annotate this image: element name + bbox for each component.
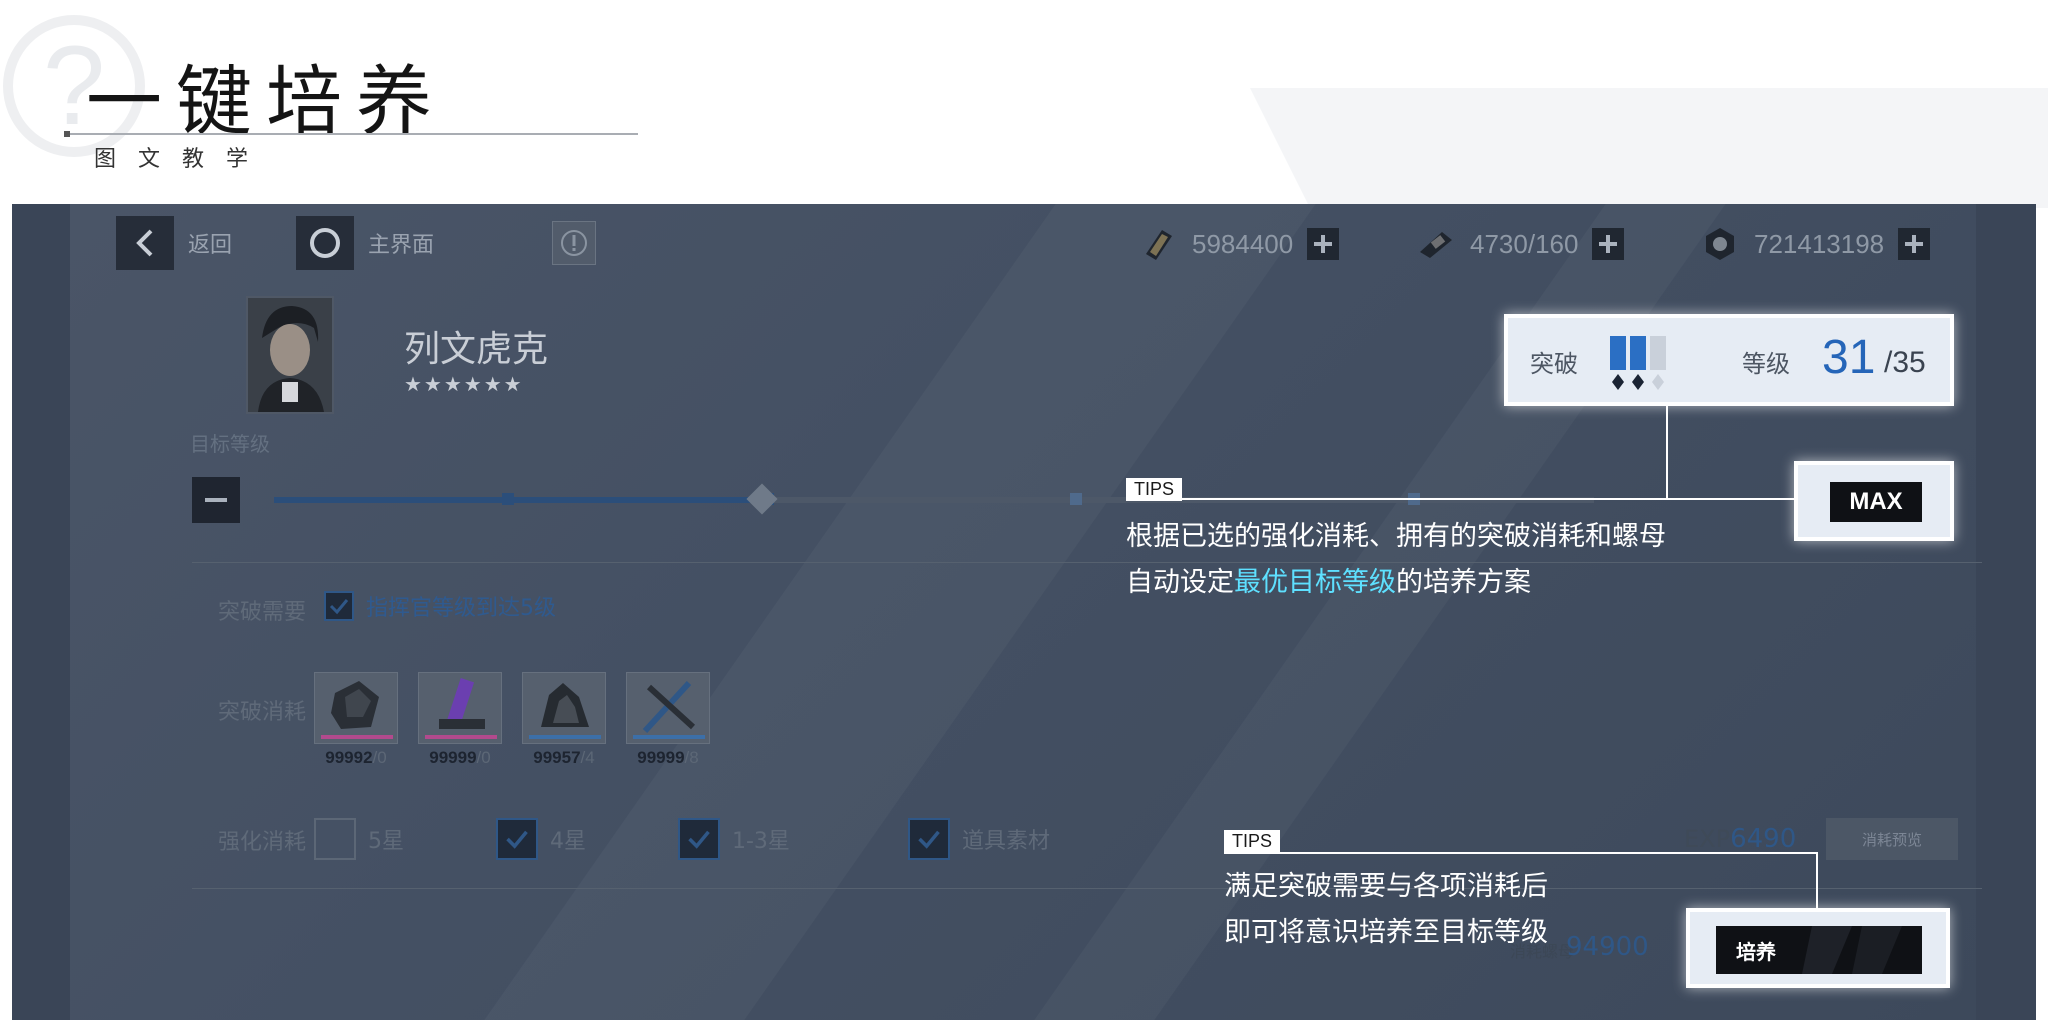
resource-value: 4730/160 (1470, 228, 1579, 259)
exp-value: 6490 (1730, 824, 1797, 854)
break-stage-icon (1610, 336, 1666, 390)
section-divider (192, 888, 1982, 889)
material-tube-icon (418, 672, 502, 744)
filter-label: 道具素材 (962, 829, 1051, 854)
add-energy-button[interactable] (1592, 228, 1625, 260)
resource-value: 721413198 (1754, 228, 1885, 259)
train-label: 培养 (1736, 939, 1776, 964)
tip-line: 满足突破需要与各项消耗后 (1224, 871, 1548, 902)
chevron-left-icon (116, 216, 174, 270)
coin-icon (1706, 228, 1734, 260)
tip-line: 即可将意识培养至目标等级 (1224, 917, 1548, 948)
tips-tag: TIPS (1126, 478, 1183, 501)
character-avatar (248, 298, 332, 412)
filter-label: 1-3星 (732, 829, 790, 854)
callout-line (1126, 498, 1796, 500)
back-button[interactable]: 返回 (116, 216, 232, 270)
filter-4star[interactable]: 4星 (496, 818, 586, 860)
exp-readout: EXP6490 (1684, 824, 1796, 854)
level-label: 等级 (1742, 350, 1790, 378)
material-item[interactable]: 99999/8 (626, 672, 710, 768)
slider-fill (274, 497, 762, 503)
break-level-panel: 突破 等级 31 /35 (1504, 314, 1954, 406)
tip-text-2: 满足突破需要与各项消耗后 即可将意识培养至目标等级 (1224, 864, 1548, 956)
train-button[interactable]: 培养 (1716, 926, 1922, 974)
max-button[interactable]: MAX (1830, 482, 1922, 522)
break-requirement-label: 突破需要 (218, 600, 307, 625)
material-tool-icon (626, 672, 710, 744)
home-label: 主界面 (368, 233, 435, 258)
unchecked-box-icon (314, 818, 356, 860)
title-divider (64, 133, 638, 135)
checked-box-icon (324, 591, 354, 621)
filter-5star[interactable]: 5星 (314, 818, 404, 860)
exp-label: EXP (1684, 825, 1731, 853)
tip-highlight: 最优目标等级 (1234, 567, 1396, 598)
ticket-icon (1146, 230, 1172, 260)
resource-energy: 4730/160 (1416, 224, 1625, 264)
callout-line (1224, 852, 1818, 854)
character-portrait (246, 296, 334, 414)
material-count: 99999/8 (637, 748, 699, 767)
train-button-decor (1802, 926, 1902, 974)
cost-value: 94900 (1566, 932, 1649, 962)
max-button-highlight: MAX (1794, 461, 1954, 541)
checked-box-icon (908, 818, 950, 860)
current-level: 31 (1822, 331, 1876, 384)
max-level: /35 (1884, 346, 1926, 379)
tips-tag: TIPS (1224, 830, 1281, 853)
material-item[interactable]: 99957/4 (522, 672, 606, 768)
tip-line: 根据已选的强化消耗、拥有的突破消耗和螺母 (1126, 521, 1666, 552)
resource-ticket: 5984400 (1138, 224, 1340, 264)
callout-line (1816, 852, 1818, 910)
checked-box-icon (496, 818, 538, 860)
title-divider-dot (64, 131, 70, 137)
enhance-cost-label: 强化消耗 (218, 830, 307, 855)
character-name: 列文虎克 (404, 329, 549, 370)
section-divider (192, 562, 1982, 563)
callout-line (1666, 406, 1668, 500)
home-circle-icon (296, 216, 354, 270)
resource-coin: 721413198 (1700, 224, 1931, 264)
tip-line: 自动设定最优目标等级的培养方案 (1126, 567, 1531, 598)
cost-preview-button[interactable]: 消耗预览 (1826, 818, 1958, 860)
filter-label: 5星 (368, 829, 404, 854)
resource-value: 5984400 (1192, 228, 1294, 259)
tip-text-1: 根据已选的强化消耗、拥有的突破消耗和螺母 自动设定最优目标等级的培养方案 (1126, 514, 1666, 606)
train-button-highlight: 培养 (1686, 908, 1950, 988)
break-requirement-text: 指挥官等级到达5级 (366, 596, 556, 621)
filter-label: 4星 (550, 829, 586, 854)
slider-tick (1070, 493, 1082, 505)
info-alert-button[interactable] (552, 221, 596, 265)
add-ticket-button[interactable] (1307, 228, 1340, 260)
break-label: 突破 (1530, 350, 1578, 378)
tutorial-slide: ? 一键培养 图文教学 返回 主界面 5984400 4730/160 7214… (0, 0, 2048, 1024)
material-count: 99999/0 (429, 748, 491, 767)
slider-tick (502, 493, 514, 505)
add-coin-button[interactable] (1898, 228, 1931, 260)
break-requirement-item: 指挥官等级到达5级 (324, 590, 556, 622)
checked-box-icon (678, 818, 720, 860)
material-count: 99957/4 (533, 748, 595, 767)
material-chip-icon (314, 672, 398, 744)
exclamation-icon (561, 230, 587, 256)
target-level-label: 目标等级 (190, 432, 270, 456)
filter-1-3star[interactable]: 1-3星 (678, 818, 790, 860)
minus-icon (205, 498, 227, 502)
material-ore-icon (522, 672, 606, 744)
decrease-level-button[interactable] (192, 477, 240, 523)
filter-item-material[interactable]: 道具素材 (908, 818, 1050, 860)
character-rarity-stars: ★★★★★★ (404, 372, 524, 396)
back-label: 返回 (188, 233, 233, 258)
home-button[interactable]: 主界面 (296, 216, 434, 270)
material-item[interactable]: 99999/0 (418, 672, 502, 768)
slider-handle[interactable] (746, 483, 778, 515)
slide-subtitle: 图文教学 (94, 147, 271, 172)
material-count: 99992/0 (325, 748, 387, 767)
break-cost-label: 突破消耗 (218, 700, 307, 725)
energy-icon (1420, 232, 1452, 258)
material-item[interactable]: 99992/0 (314, 672, 398, 768)
header-decor-stripe (1250, 88, 2048, 208)
